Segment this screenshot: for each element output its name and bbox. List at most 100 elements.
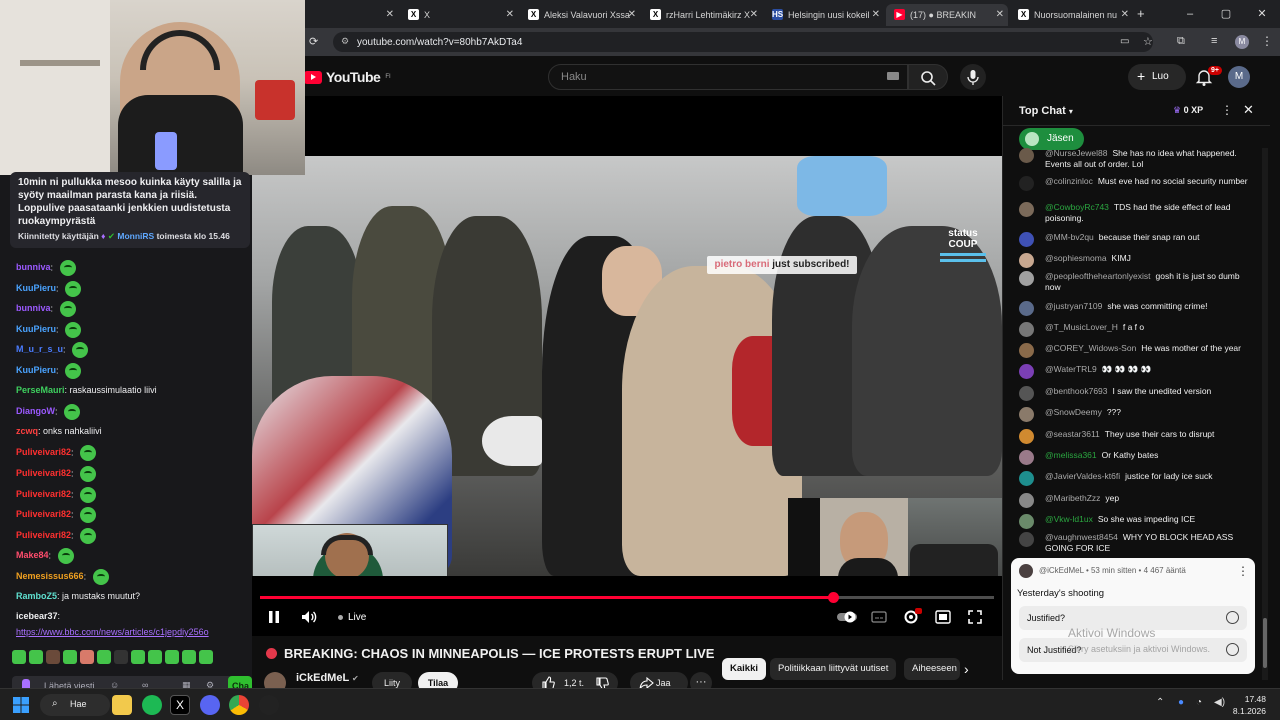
twitch-username[interactable]: Puliveivari82 — [16, 530, 71, 540]
create-button[interactable]: + Luo — [1128, 64, 1186, 90]
file-explorer-icon[interactable] — [112, 695, 132, 715]
discord-icon[interactable] — [200, 695, 220, 715]
xp-indicator[interactable]: ♛ 0 XP — [1173, 105, 1203, 116]
tab-4[interactable]: HS Helsingin uusi kokeil ✕ — [764, 4, 884, 26]
chat-author-avatar[interactable] — [1019, 148, 1034, 163]
extensions-icon[interactable]: ⧉ — [1177, 35, 1185, 48]
chat-author-name[interactable]: @sophiesmoma — [1045, 253, 1107, 263]
youtube-logo[interactable]: YouTube FI — [304, 69, 391, 85]
speaker-icon[interactable]: ◀) — [1214, 697, 1225, 708]
search-button[interactable] — [908, 64, 948, 90]
chat-author-avatar[interactable] — [1019, 253, 1034, 268]
live-chat-message[interactable]: @MM-bv2qu because their snap ran out — [1019, 232, 1255, 247]
browser-profile-avatar[interactable]: M — [1235, 35, 1249, 49]
close-chat-icon[interactable]: ✕ — [1243, 102, 1254, 118]
voice-search-button[interactable] — [960, 64, 986, 90]
taskbar-search[interactable]: ⌕ Hae — [40, 694, 110, 716]
account-avatar[interactable]: M — [1228, 66, 1250, 88]
twitch-username[interactable]: icebear37 — [16, 611, 58, 621]
chat-author-name[interactable]: @CowboyRc743 — [1045, 202, 1109, 212]
tab-6[interactable]: X Nuorsuomalainen nu ✕ — [1010, 4, 1133, 26]
chat-author-name[interactable]: @seastar3611 — [1045, 429, 1100, 439]
tab-0[interactable]: ✕ — [313, 4, 398, 26]
twitch-username[interactable]: M_u_r_s_u — [16, 344, 63, 354]
chat-author-name[interactable]: @NurseJewel88 — [1045, 148, 1108, 158]
tab-1[interactable]: X X ✕ — [400, 4, 518, 26]
emote-icon[interactable] — [80, 650, 94, 664]
chat-author-avatar[interactable] — [1019, 301, 1034, 316]
progress-scrubber-handle[interactable] — [827, 592, 839, 603]
chat-author-avatar[interactable] — [1019, 343, 1034, 358]
chat-author-avatar[interactable] — [1019, 386, 1034, 401]
chat-mode-dropdown[interactable]: Top Chat ▾ — [1019, 105, 1073, 117]
keyboard-icon[interactable] — [887, 72, 899, 80]
search-input[interactable]: Haku — [548, 64, 908, 90]
chat-author-name[interactable]: @T_MusicLover_H — [1045, 322, 1118, 332]
live-chat-message[interactable]: @MaribethZzz yep — [1019, 493, 1255, 508]
reload-icon[interactable]: ⟳ — [309, 35, 318, 48]
close-tab-icon[interactable]: ✕ — [506, 9, 514, 20]
cast-icon[interactable]: ▭ — [1120, 36, 1129, 47]
chat-author-name[interactable]: @MaribethZzz — [1045, 493, 1100, 503]
chat-more-options-icon[interactable]: ⋮ — [1221, 103, 1233, 117]
twitch-username[interactable]: Puliveivari82 — [16, 509, 71, 519]
new-tab-button[interactable]: + — [1137, 6, 1145, 21]
minimize-button[interactable]: – — [1172, 0, 1208, 28]
chat-author-avatar[interactable] — [1019, 364, 1034, 379]
twitch-username[interactable]: Make84 — [16, 550, 49, 560]
close-tab-icon[interactable]: ✕ — [872, 9, 880, 20]
chat-author-avatar[interactable] — [1019, 202, 1034, 217]
chat-author-avatar[interactable] — [1019, 176, 1034, 191]
twitch-username[interactable]: Nemesissus666 — [16, 571, 84, 581]
volume-icon[interactable] — [300, 608, 318, 626]
chat-author-avatar[interactable] — [1019, 232, 1034, 247]
twitch-username[interactable]: Puliveivari82 — [16, 489, 71, 499]
chat-author-name[interactable]: @SnowDeemy — [1045, 407, 1102, 417]
chip-related[interactable]: Aiheeseen — [904, 658, 960, 680]
chat-author-avatar[interactable] — [1019, 471, 1034, 486]
emote-icon[interactable] — [114, 650, 128, 664]
emote-icon[interactable] — [182, 650, 196, 664]
pause-icon[interactable] — [266, 608, 282, 626]
bookmark-star-icon[interactable]: ☆ — [1143, 35, 1153, 48]
live-chat-message[interactable]: @WaterTRL9 👀 👀 👀 👀 — [1019, 364, 1255, 379]
live-chat-message[interactable]: @COREY_Widows-Son He was mother of the ye… — [1019, 343, 1255, 358]
twitch-link-message[interactable]: https://www.bbc.com/news/articles/c1jepd… — [16, 626, 209, 638]
chat-author-name[interactable]: @colinzinloc — [1045, 176, 1093, 186]
twitch-username[interactable]: PerseMauri — [16, 385, 65, 395]
close-tab-icon[interactable]: ✕ — [1121, 9, 1129, 20]
tray-app-icon[interactable]: ● — [1178, 697, 1184, 708]
live-chat-message[interactable]: @CowboyRc743 TDS had the side effect of l… — [1019, 202, 1255, 224]
spotify-icon[interactable] — [142, 695, 162, 715]
chrome-icon[interactable] — [229, 695, 249, 715]
live-chat-message[interactable]: @benthook7693 I saw the unedited version — [1019, 386, 1255, 401]
live-chat-message[interactable]: @SnowDeemy??? — [1019, 407, 1255, 422]
live-chat-message[interactable]: @NurseJewel88 She has no idea what happen… — [1019, 148, 1255, 170]
emote-icon[interactable] — [46, 650, 60, 664]
emote-icon[interactable] — [148, 650, 162, 664]
channel-name[interactable]: iCkEdMeL ✔ — [296, 672, 359, 684]
pinned-message-card[interactable]: 10min ni pullukka mesoo kuinka käyty sal… — [10, 172, 250, 248]
autoplay-toggle[interactable] — [836, 608, 858, 626]
scrollbar-thumb[interactable] — [1263, 618, 1267, 668]
url-field[interactable]: ⚙ youtube.com/watch?v=80hb7AkDTa4 — [333, 32, 1153, 52]
x-app-icon[interactable]: X — [170, 695, 190, 715]
twitch-username[interactable]: DiangoW — [16, 406, 55, 416]
chat-author-avatar[interactable] — [1019, 429, 1034, 444]
chat-author-avatar[interactable] — [1019, 493, 1034, 508]
close-tab-icon[interactable]: ✕ — [996, 9, 1004, 20]
settings-gear-icon[interactable] — [902, 608, 922, 626]
chat-author-avatar[interactable] — [1019, 271, 1034, 286]
twitch-username[interactable]: KuuPieru — [16, 283, 56, 293]
chat-author-name[interactable]: @Vkw-ld1ux — [1045, 514, 1093, 524]
tab-2[interactable]: X Aleksi Valavuori Xssa ✕ — [520, 4, 640, 26]
fullscreen-icon[interactable] — [966, 608, 984, 626]
close-tab-icon[interactable]: ✕ — [386, 9, 394, 20]
live-chat-message[interactable]: @T_MusicLover_H f a f o — [1019, 322, 1255, 337]
close-tab-icon[interactable]: ✕ — [628, 9, 636, 20]
chat-author-name[interactable]: @JavierValdes-kt6fi — [1045, 471, 1120, 481]
live-chat-message[interactable]: @sophiesmoma KIMJ — [1019, 253, 1255, 268]
twitch-username[interactable]: bunniva — [16, 303, 51, 313]
tab-3[interactable]: XrzHarri Lehtimäkirz X ✕ — [642, 4, 762, 26]
twitch-username[interactable]: Puliveivari82 — [16, 468, 71, 478]
